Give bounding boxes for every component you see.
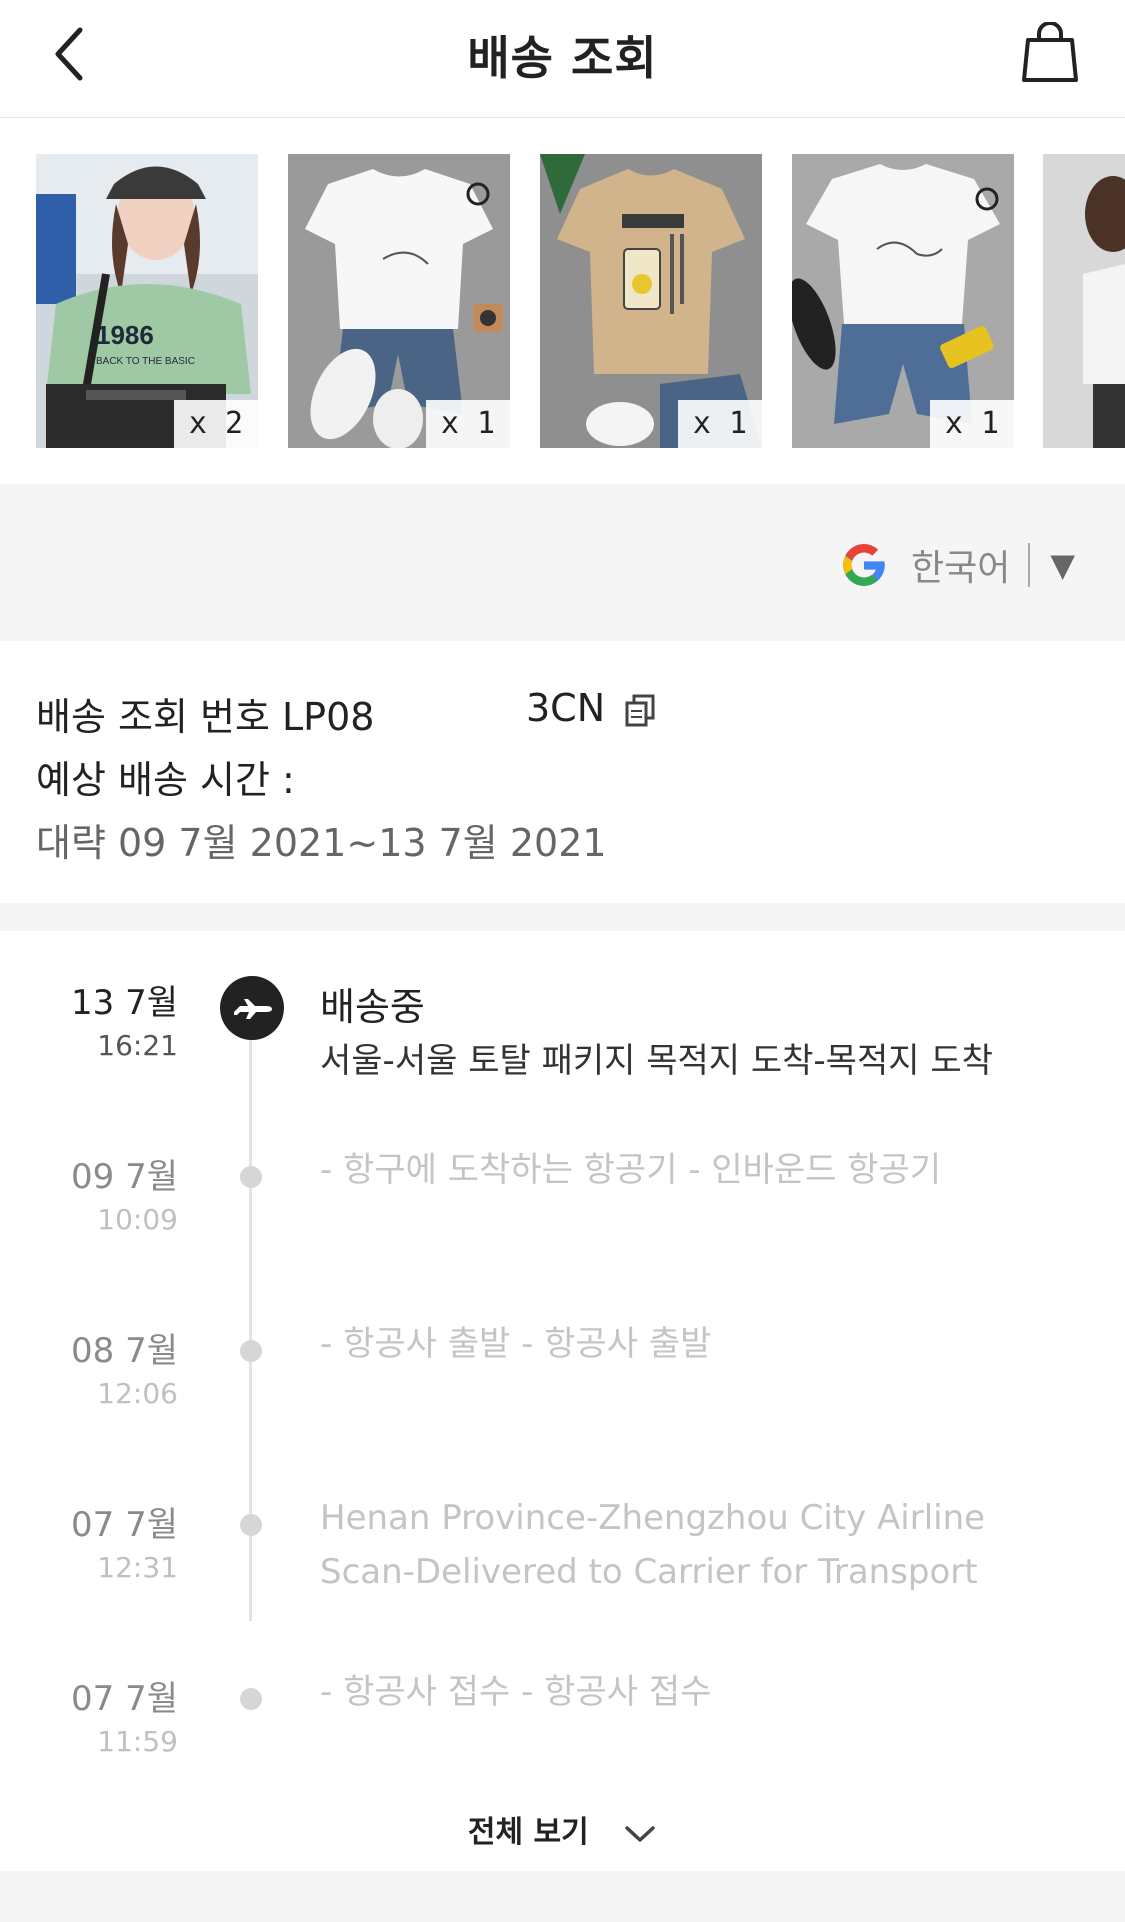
cart-button[interactable] xyxy=(1021,21,1079,84)
event-detail: - 항공사 접수 - 항공사 접수 xyxy=(320,1672,712,1712)
product-thumb[interactable] xyxy=(1043,154,1125,448)
quantity-badge: x 1 xyxy=(678,400,762,448)
airplane-icon xyxy=(220,976,284,1040)
timeline-dot xyxy=(240,1166,262,1188)
estimate-value: 대략 09 7월 2021~13 7월 2021 xyxy=(36,821,607,865)
header: 배송 조회 xyxy=(0,0,1125,118)
svg-text:BACK TO THE BASIC: BACK TO THE BASIC xyxy=(96,356,195,367)
event-detail: - 항구에 도착하는 항공기 - 인바운드 항공기 xyxy=(320,1150,942,1190)
event-detail: 서울-서울 토탈 패키지 목적지 도착-목적지 도착 xyxy=(320,1041,993,1081)
event-date: 08 7월 xyxy=(71,1331,178,1371)
event-time: 16:21 xyxy=(97,1029,178,1062)
event-detail: Henan Province-Zhengzhou City Airline Sc… xyxy=(320,1498,986,1592)
product-image xyxy=(1043,154,1125,448)
product-strip: 1986 BACK TO THE BASIC x 2 x 1 x 1 x 1 xyxy=(0,118,1125,484)
bottom-spacer xyxy=(0,1871,1125,1922)
product-thumb[interactable]: x 1 xyxy=(540,154,762,448)
event-date: 07 7월 xyxy=(71,1505,178,1545)
event-time: 10:09 xyxy=(97,1203,178,1236)
quantity-badge: x 1 xyxy=(426,400,510,448)
estimate-label: 예상 배송 시간 : xyxy=(36,758,295,802)
event-status: 배송중 xyxy=(320,985,425,1029)
section-divider xyxy=(0,903,1125,931)
timeline-dot xyxy=(240,1688,262,1710)
shipment-tracking-page: 배송 조회 1986 BACK TO THE BASIC x 2 x 1 x 1… xyxy=(0,0,1125,1922)
product-thumb[interactable]: x 1 xyxy=(792,154,1014,448)
view-all-label: 전체 보기 xyxy=(467,1815,589,1850)
product-thumb[interactable]: x 1 xyxy=(288,154,510,448)
timeline-dot xyxy=(240,1340,262,1362)
divider xyxy=(1028,543,1031,587)
caret-down-icon: ▼ xyxy=(1050,546,1075,584)
event-time: 12:31 xyxy=(97,1551,178,1584)
svg-text:1986: 1986 xyxy=(96,320,154,350)
shopping-bag-icon xyxy=(1022,21,1078,82)
tracking-info: 배송 조회 번호 LP08 3CN 예상 배송 시간 : 대략 09 7월 20… xyxy=(0,641,1125,903)
view-all-button[interactable]: 전체 보기 xyxy=(0,1807,1125,1851)
tracking-timeline: 13 7월 16:21 배송중 서울-서울 토탈 패키지 목적지 도착-목적지 … xyxy=(0,931,1125,1871)
google-g-icon xyxy=(843,544,885,586)
event-date: 07 7월 xyxy=(71,1679,178,1719)
chevron-down-icon xyxy=(625,1825,655,1842)
page-title: 배송 조회 xyxy=(467,31,658,85)
timeline-dot xyxy=(240,1514,262,1536)
event-detail: - 항공사 출발 - 항공사 출발 xyxy=(320,1324,712,1364)
tracking-number-suffix: 3CN xyxy=(526,686,606,730)
translate-bar: 한국어 ▼ xyxy=(0,484,1125,641)
event-time: 12:06 xyxy=(97,1377,178,1410)
language-selector[interactable]: 한국어 ▼ xyxy=(839,540,1075,590)
quantity-badge: x 2 xyxy=(174,400,258,448)
language-label: 한국어 xyxy=(911,548,1011,589)
event-date: 09 7월 xyxy=(71,1157,178,1197)
product-thumb[interactable]: 1986 BACK TO THE BASIC x 2 xyxy=(36,154,258,448)
event-date: 13 7월 xyxy=(71,983,178,1023)
copy-icon[interactable] xyxy=(624,693,656,727)
event-time: 11:59 xyxy=(97,1725,178,1758)
quantity-badge: x 1 xyxy=(930,400,1014,448)
tracking-number-label: 배송 조회 번호 LP08 xyxy=(36,695,375,739)
